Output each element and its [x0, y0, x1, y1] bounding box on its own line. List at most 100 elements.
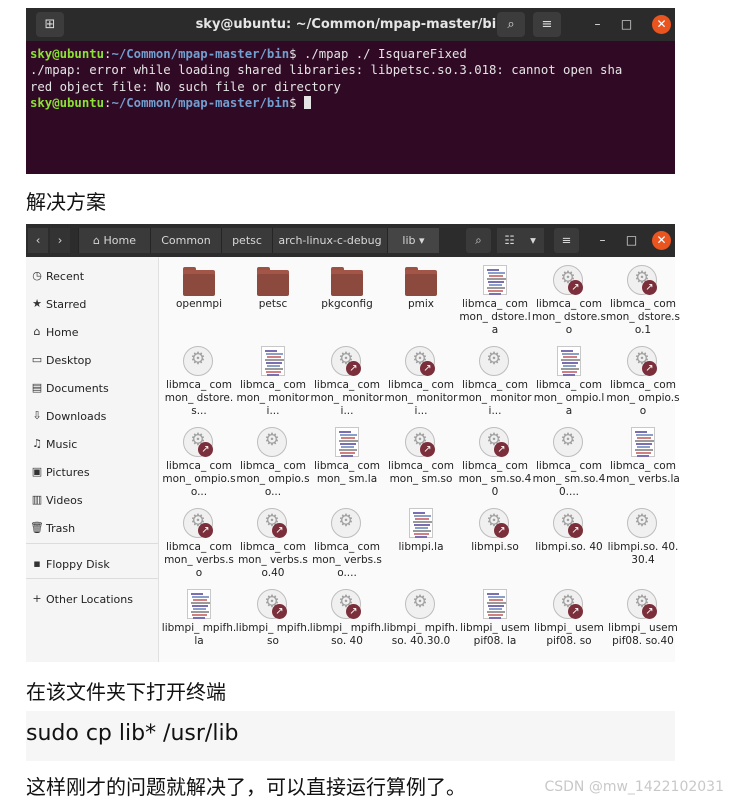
sidebar-item-videos[interactable]: ▥ Videos	[26, 489, 158, 513]
search-icon: ⌕	[507, 17, 515, 32]
sidebar-item-other-locations[interactable]: + Other Locations	[26, 588, 158, 612]
document-text-line	[636, 443, 652, 445]
file-item[interactable]: pmix	[385, 260, 457, 340]
file-item[interactable]: pkgconfig	[311, 260, 383, 340]
music-icon: ♫	[32, 437, 42, 450]
sidebar-item-label: Recent	[46, 270, 85, 283]
document-text-line	[266, 362, 282, 364]
file-item[interactable]: openmpi	[163, 260, 235, 340]
fm-menu-button[interactable]: ≡	[554, 228, 579, 253]
file-item[interactable]: ⚙ ↗ libmpi.so. 40	[533, 503, 605, 583]
file-item[interactable]: ⚙ ↗ libmca_ common_ verbs.so.40	[237, 503, 309, 583]
file-item[interactable]: ⚙ libmca_ common_ verbs.so....	[311, 503, 383, 583]
file-item[interactable]: libmpi_ usempif08. la	[459, 584, 531, 664]
breadcrumb-lib[interactable]: lib ▾	[387, 228, 439, 253]
sidebar-divider	[26, 543, 158, 544]
places-sidebar: ◷ Recent ★ Starred ⌂ Home ▭ Desktop ▤ Documents ⇩ D…	[26, 257, 159, 662]
breadcrumb-petsc[interactable]: petsc	[221, 228, 272, 253]
file-item[interactable]: ⚙ libmca_ common_ ompio.so...	[236, 422, 310, 502]
symlink-arrow-icon: ↗	[346, 604, 361, 619]
file-item[interactable]: ⚙ libmca_ common_ sm.so.40....	[533, 422, 605, 502]
sidebar-item-floppy-disk[interactable]: ▪ Floppy Disk	[26, 553, 158, 577]
sidebar-item-desktop[interactable]: ▭ Desktop	[26, 349, 158, 373]
file-item[interactable]: libmca_ common_ monitori...	[237, 341, 309, 421]
folder-front	[331, 274, 363, 296]
terminal-menu-button[interactable]: ≡	[533, 12, 561, 37]
terminal-minimize-button[interactable]: –	[588, 15, 607, 34]
sidebar-item-downloads[interactable]: ⇩ Downloads	[26, 405, 158, 429]
breadcrumb-arch-linux-c-debug[interactable]: arch-linux-c-debug	[272, 228, 387, 253]
list-view-icon: ☷	[504, 233, 515, 247]
file-item[interactable]: ⚙ ↗ libmpi_ mpifh.so	[235, 584, 311, 664]
file-item[interactable]: libmpi_ mpifh.la	[162, 584, 236, 664]
file-item[interactable]: ⚙ ↗ libmca_ common_ sm.so.40	[459, 422, 531, 502]
file-name: libmca_ common_ ompio.so...	[162, 460, 236, 498]
terminal-maximize-button[interactable]: □	[617, 15, 636, 34]
sidebar-item-music[interactable]: ♫ Music	[26, 433, 158, 457]
breadcrumb-label: Common	[161, 234, 211, 247]
terminal-search-button[interactable]: ⌕	[497, 12, 525, 37]
file-item[interactable]: libmpi.la	[385, 503, 457, 583]
file-name: libmpi_ mpifh.so	[235, 622, 311, 647]
sidebar-item-documents[interactable]: ▤ Documents	[26, 377, 158, 401]
shared-library-icon: ⚙	[405, 589, 437, 621]
back-button[interactable]: ‹	[28, 228, 48, 253]
fm-minimize-button[interactable]: –	[593, 231, 612, 250]
sidebar-item-recent[interactable]: ◷ Recent	[26, 265, 158, 289]
file-name: libmca_ common_ sm.so.40	[458, 460, 532, 498]
symlink-arrow-icon: ↗	[420, 361, 435, 376]
fm-search-button[interactable]: ⌕	[466, 228, 491, 253]
sidebar-item-home[interactable]: ⌂ Home	[26, 321, 158, 345]
file-item[interactable]: ⚙ ↗ libmpi_ mpifh.so. 40	[310, 584, 384, 664]
file-item[interactable]: libmca_ common_ sm.la	[311, 422, 383, 502]
breadcrumb-common[interactable]: Common	[150, 228, 221, 253]
document-text-line	[340, 434, 357, 436]
file-item[interactable]: libmca_ common_ ompio.la	[533, 341, 605, 421]
file-item[interactable]: ⚙ libmpi.so. 40.30.4	[607, 503, 679, 583]
clock-icon: ◷	[32, 269, 42, 282]
fm-close-button[interactable]: ✕	[652, 231, 671, 250]
fm-maximize-button[interactable]: □	[622, 231, 641, 250]
text-document-icon	[479, 265, 511, 297]
file-item[interactable]: libmca_ common_ verbs.la	[606, 422, 680, 502]
file-item[interactable]: ⚙ ↗ libmca_ common_ dstore.so.1	[606, 260, 680, 340]
document-text-line	[636, 452, 651, 454]
symlink-arrow-icon: ↗	[568, 523, 583, 538]
error-line-2: red object file: No such file or directo…	[30, 79, 341, 94]
file-item[interactable]: ⚙ ↗ libmca_ common_ ompio.so	[606, 341, 680, 421]
file-item[interactable]: ⚙ ↗ libmca_ common_ monitori...	[385, 341, 457, 421]
file-item[interactable]: ⚙ ↗ libmpi_ usempif08. so	[533, 584, 605, 664]
terminal-close-button[interactable]: ✕	[652, 15, 671, 34]
file-item[interactable]: ⚙ ↗ libmpi.so	[459, 503, 531, 583]
file-item[interactable]: petsc	[237, 260, 309, 340]
file-name: libmca_ common_ verbs.so.40	[238, 541, 308, 579]
file-item[interactable]: libmca_ common_ dstore.la	[459, 260, 531, 340]
view-options-button[interactable]: ▾	[522, 228, 544, 253]
file-item[interactable]: ⚙ libmca_ common_ dstore.s...	[163, 341, 235, 421]
file-item[interactable]: ⚙ libmca_ common_ monitori...	[459, 341, 531, 421]
file-item[interactable]: ⚙ ↗ libmca_ common_ ompio.so...	[162, 422, 236, 502]
document-text-line	[489, 275, 503, 277]
command-code[interactable]: sudo cp lib* /usr/lib	[26, 721, 239, 746]
terminal-output[interactable]: sky@ubuntu:~/Common/mpap-master/bin$ ./m…	[30, 46, 622, 111]
symlink-arrow-icon: ↗	[494, 523, 509, 538]
document-text-line	[635, 449, 653, 451]
file-item[interactable]: ⚙ ↗ libmpi_ usempif08. so.40	[607, 584, 679, 664]
file-item[interactable]: ⚙ ↗ libmca_ common_ verbs.so	[163, 503, 235, 583]
document-text-line	[267, 374, 279, 376]
breadcrumb-home[interactable]: ⌂ Home	[78, 228, 150, 253]
document-text-line	[488, 290, 503, 292]
chevron-down-icon: ▾	[530, 233, 536, 247]
shared-library-link-icon: ⚙ ↗	[627, 589, 659, 621]
sidebar-divider	[26, 578, 158, 579]
file-item[interactable]: ⚙ ↗ libmca_ common_ sm.so	[385, 422, 457, 502]
sidebar-item-trash[interactable]: 🗑 Trash	[26, 517, 158, 541]
sidebar-item-pictures[interactable]: ▣ Pictures	[26, 461, 158, 485]
text-document-icon	[183, 589, 215, 621]
forward-button[interactable]: ›	[50, 228, 70, 253]
view-toggle-button[interactable]: ☷	[497, 228, 522, 253]
sidebar-item-starred[interactable]: ★ Starred	[26, 293, 158, 317]
file-item[interactable]: ⚙ ↗ libmca_ common_ monitori...	[311, 341, 383, 421]
file-item[interactable]: ⚙ libmpi_ mpifh.so. 40.30.0	[384, 584, 458, 664]
file-item[interactable]: ⚙ ↗ libmca_ common_ dstore.so	[532, 260, 606, 340]
